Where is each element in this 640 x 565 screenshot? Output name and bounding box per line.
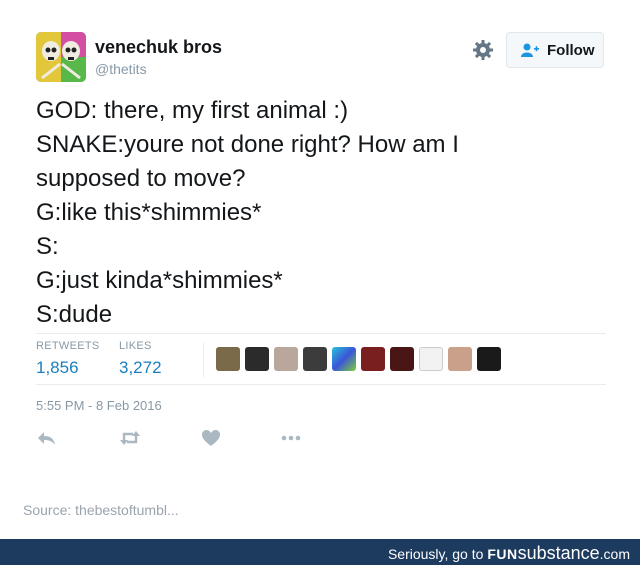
likes-label: LIKES: [119, 340, 152, 352]
tweet-line: G:like this*shimmies*: [36, 199, 262, 226]
liker-avatar[interactable]: [303, 347, 327, 371]
gear-icon[interactable]: [471, 38, 495, 62]
retweets-count[interactable]: 1,856: [36, 358, 100, 378]
liker-avatar[interactable]: [448, 347, 472, 371]
retweets-label: RETWEETS: [36, 340, 100, 352]
liker-avatar[interactable]: [274, 347, 298, 371]
follow-button[interactable]: Follow: [506, 32, 604, 68]
reply-icon[interactable]: [36, 428, 58, 448]
footer-brand-bold: FUN: [487, 546, 518, 562]
tweet-timestamp[interactable]: 5:55 PM - 8 Feb 2016: [36, 398, 162, 413]
tweet-line: SNAKE:youre not done right? How am I: [36, 131, 459, 158]
stat-separator: [203, 343, 204, 377]
divider: [36, 384, 606, 385]
footer-brand-rest: substance: [517, 543, 600, 563]
tweet-card: venechuk bros @thetits Follow GOD: there…: [0, 0, 640, 500]
more-icon[interactable]: [280, 428, 302, 448]
like-icon[interactable]: [200, 428, 222, 448]
retweets-stat[interactable]: RETWEETS 1,856: [36, 340, 100, 378]
liker-avatar[interactable]: [419, 347, 443, 371]
tweet-line: GOD: there, my first animal :): [36, 97, 349, 124]
liker-avatar[interactable]: [390, 347, 414, 371]
source-caption: Source: thebestoftumbl...: [23, 502, 179, 518]
display-name[interactable]: venechuk bros: [95, 37, 222, 58]
footer-prefix: Seriously, go to: [387, 546, 488, 562]
user-handle[interactable]: @thetits: [95, 61, 147, 77]
tweet-line: G:just kinda*shimmies*: [36, 267, 283, 294]
retweet-icon[interactable]: [119, 428, 141, 448]
divider: [36, 333, 606, 334]
footer-text[interactable]: Seriously, go to FUNsubstance.com: [388, 543, 630, 564]
add-user-icon: [521, 43, 539, 57]
likes-stat[interactable]: LIKES 3,272: [119, 340, 162, 378]
tweet-line: S:dude: [36, 301, 113, 328]
footer-bar: Seriously, go to FUNsubstance.com: [0, 539, 640, 565]
tweet-line: supposed to move?: [36, 165, 246, 192]
follow-label: Follow: [547, 42, 595, 59]
liker-avatar[interactable]: [361, 347, 385, 371]
liker-avatar[interactable]: [332, 347, 356, 371]
tweet-line: S:: [36, 233, 59, 260]
tweet-text: GOD: there, my first animal :) SNAKE:you…: [36, 94, 616, 332]
liker-avatar[interactable]: [216, 347, 240, 371]
liker-avatar[interactable]: [477, 347, 501, 371]
likes-count[interactable]: 3,272: [119, 358, 162, 378]
user-avatar[interactable]: [36, 32, 86, 82]
footer-suffix: .com: [599, 546, 630, 562]
liker-avatar[interactable]: [245, 347, 269, 371]
